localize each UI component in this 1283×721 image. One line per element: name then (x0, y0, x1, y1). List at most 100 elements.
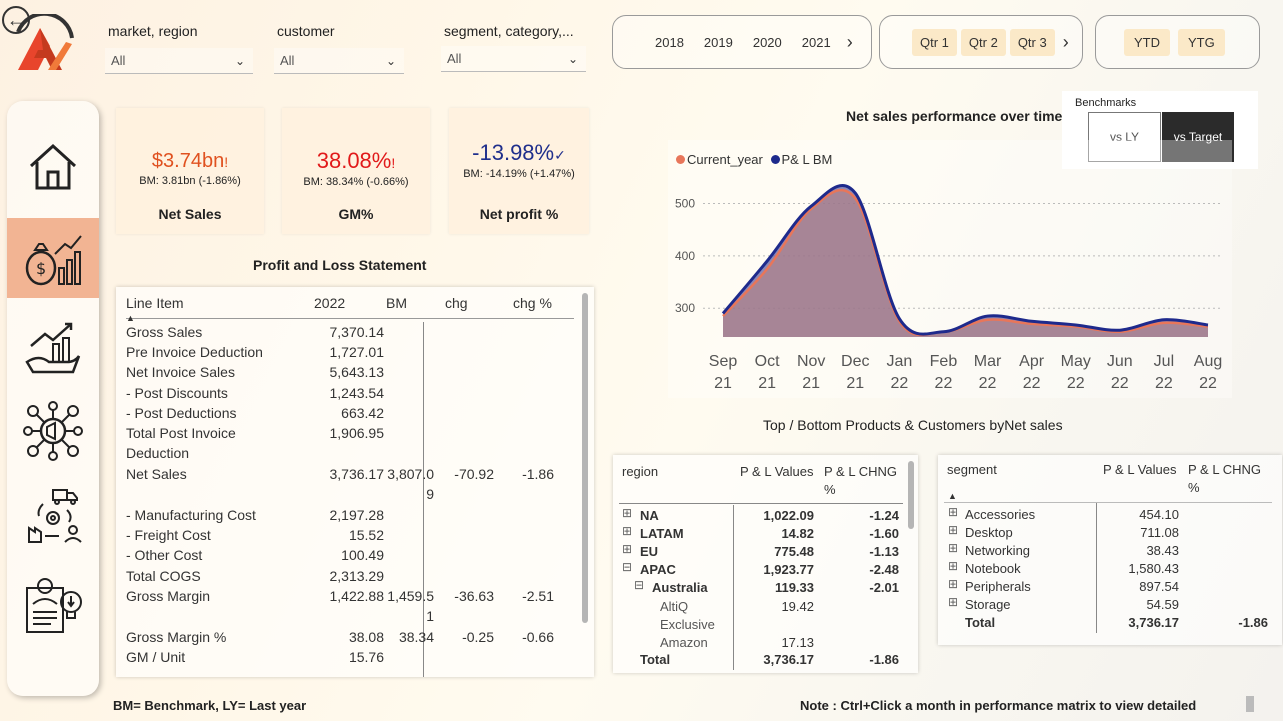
region-chng-header[interactable]: P & L CHNG (824, 464, 897, 479)
segment-value: 1,580.43 (1128, 561, 1179, 576)
chevron-right-icon[interactable]: › (847, 32, 853, 53)
footer-scroll-handle[interactable] (1246, 696, 1254, 712)
pl-bm: 1,459.5 (387, 587, 434, 604)
x-tick-month[interactable]: Oct (755, 353, 780, 370)
nav-finance[interactable]: $ (7, 218, 99, 298)
year-2021[interactable]: 2021 (794, 29, 839, 56)
pl-header-chg[interactable]: chg (445, 295, 468, 311)
region-change: -1.86 (869, 652, 899, 667)
pl-value: 2,313.29 (329, 567, 385, 584)
x-tick-year: 22 (890, 375, 908, 392)
region-values-header[interactable]: P & L Values (740, 464, 813, 479)
x-tick-year: 21 (758, 375, 776, 392)
expand-icon[interactable]: ⊞ (948, 505, 958, 519)
region-name[interactable]: NA (640, 508, 659, 523)
nav-marketing[interactable] (7, 391, 99, 471)
segment-name[interactable]: Notebook (965, 561, 1021, 576)
expand-icon[interactable]: ⊞ (948, 577, 958, 591)
pl-line-item: - Post Deductions (126, 404, 237, 421)
segment-name[interactable]: Desktop (965, 525, 1013, 540)
nav-supply-chain[interactable] (7, 476, 99, 556)
segment-chng-header[interactable]: P & L CHNG (1188, 462, 1261, 477)
region-name[interactable]: Australia (652, 580, 708, 595)
pl-line-item: - Manufacturing Cost (126, 507, 256, 523)
segment-name[interactable]: Accessories (965, 507, 1035, 522)
growth-hand-icon (25, 322, 81, 374)
segment-dropdown[interactable]: All ⌄ (441, 46, 586, 72)
expand-icon[interactable]: ⊞ (948, 559, 958, 573)
quarter-3[interactable]: Qtr 3 (1009, 28, 1055, 56)
ytg-option[interactable]: YTG (1178, 28, 1225, 56)
region-name[interactable]: Total (640, 652, 670, 667)
check-icon: ✓ (554, 147, 566, 163)
collapse-icon[interactable]: ⊟ (622, 560, 632, 574)
nav-growth[interactable] (7, 308, 99, 388)
region-name[interactable]: Amazon (660, 635, 708, 650)
region-matrix: region P & L Values P & L CHNG % ⊞ NA 1,02… (613, 455, 918, 673)
region-header[interactable]: region (622, 464, 658, 479)
nav-home[interactable] (7, 126, 99, 206)
sort-asc-icon: ▲ (126, 313, 135, 323)
x-tick-month[interactable]: Jul (1154, 353, 1174, 370)
collapse-icon[interactable]: ⊟ (634, 578, 644, 592)
pl-line-item: - Freight Cost (126, 527, 211, 544)
pl-bm-cont: 1 (426, 607, 434, 624)
pl-header-2022[interactable]: 2022 (314, 295, 345, 311)
region-scrollbar[interactable] (908, 461, 914, 529)
region-change: -2.01 (869, 580, 899, 595)
segment-header[interactable]: segment (947, 462, 997, 477)
region-name[interactable]: APAC (640, 562, 676, 577)
segment-name[interactable]: Storage (965, 597, 1011, 612)
customer-dropdown[interactable]: All ⌄ (274, 48, 404, 74)
x-tick-month[interactable]: Sep (709, 353, 738, 370)
pl-row: Total COGS 2,313.29 (126, 568, 576, 588)
x-tick-month[interactable]: Apr (1019, 353, 1045, 370)
pl-row: - Post Deductions 663.42 (126, 405, 576, 425)
pl-value: 7,370.14 (329, 324, 385, 340)
expand-icon[interactable]: ⊞ (948, 595, 958, 609)
quarter-1[interactable]: Qtr 1 (912, 28, 957, 56)
region-name[interactable]: AltiQ (660, 599, 688, 614)
pl-line-item: Pre Invoice Deduction (126, 344, 263, 361)
segment-value: 38.43 (1146, 543, 1179, 558)
region-name[interactable]: EU (640, 544, 658, 559)
region-name[interactable]: Exclusive (660, 617, 715, 632)
x-tick-month[interactable]: Nov (797, 353, 825, 370)
pl-line-item: Gross Margin (126, 587, 211, 604)
x-tick-month[interactable]: Feb (930, 353, 958, 370)
pl-value: 15.52 (348, 527, 384, 544)
pl-row: Pre Invoice Deduction 1,727.01 (126, 344, 576, 364)
quarter-2[interactable]: Qtr 2 (960, 28, 1006, 56)
expand-icon[interactable]: ⊞ (948, 523, 958, 537)
pl-scrollbar[interactable] (582, 293, 588, 623)
market-dropdown-value: All (111, 53, 126, 68)
x-tick-month[interactable]: Mar (974, 353, 1002, 370)
nav-executive[interactable] (7, 564, 99, 644)
expand-icon[interactable]: ⊞ (622, 542, 632, 556)
segment-name[interactable]: Total (965, 615, 995, 630)
segment-name[interactable]: Peripherals (965, 579, 1031, 594)
market-dropdown[interactable]: All ⌄ (105, 48, 253, 74)
expand-icon[interactable]: ⊞ (622, 506, 632, 520)
region-name[interactable]: LATAM (640, 526, 684, 541)
pl-header-chg-pct[interactable]: chg % (513, 295, 552, 311)
x-tick-month[interactable]: Aug (1194, 353, 1222, 370)
x-tick-month[interactable]: Dec (841, 353, 869, 370)
x-tick-month[interactable]: May (1061, 353, 1091, 370)
x-tick-month[interactable]: Jun (1107, 353, 1133, 370)
segment-values-header[interactable]: P & L Values (1103, 462, 1176, 477)
x-tick-year: 22 (1155, 375, 1173, 392)
year-2019[interactable]: 2019 (696, 29, 741, 56)
year-2020[interactable]: 2020 (745, 29, 790, 56)
pl-header-bm[interactable]: BM (386, 295, 407, 311)
chevron-right-icon[interactable]: › (1063, 32, 1069, 53)
expand-icon[interactable]: ⊞ (622, 524, 632, 538)
year-2018[interactable]: 2018 (647, 29, 692, 56)
ytd-option[interactable]: YTD (1124, 28, 1170, 56)
segment-name[interactable]: Networking (965, 543, 1030, 558)
expand-icon[interactable]: ⊞ (948, 541, 958, 555)
pl-value: 15.76 (348, 649, 384, 665)
x-tick-month[interactable]: Jan (886, 353, 912, 370)
x-tick-year: 22 (1199, 375, 1217, 392)
pl-header-line-item[interactable]: Line Item (126, 295, 184, 311)
